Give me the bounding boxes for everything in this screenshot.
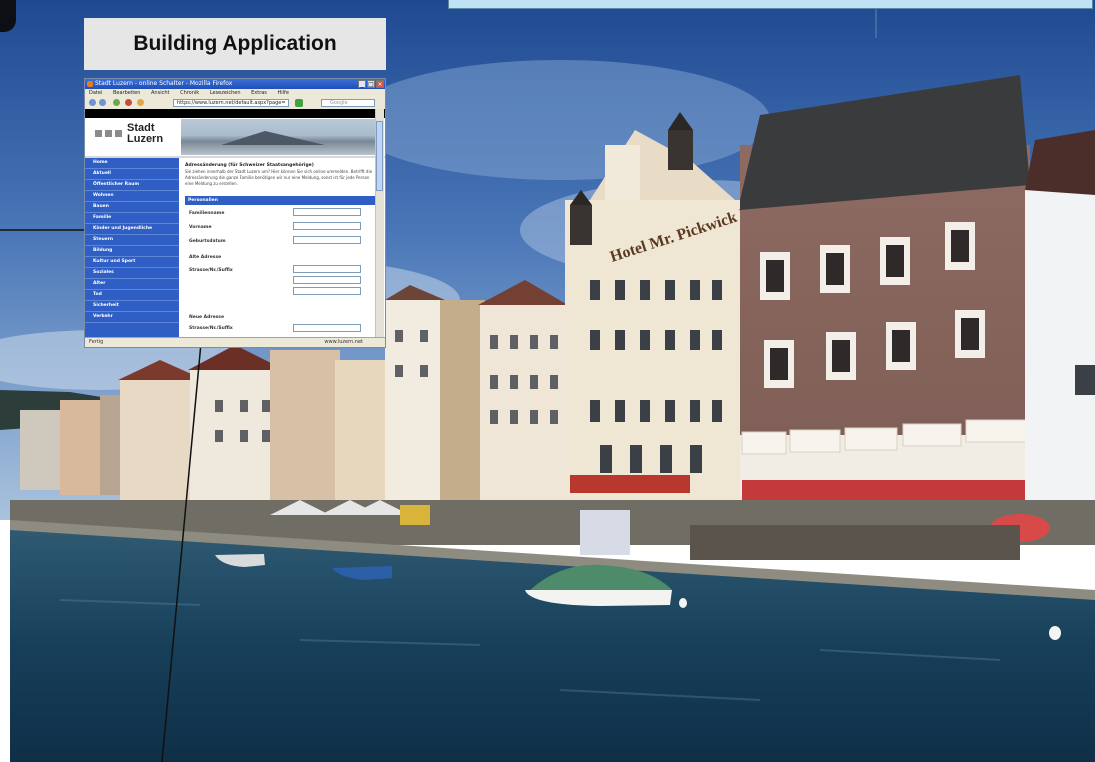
- firefox-icon: [87, 81, 93, 87]
- label-strasse-neu: Strasse/Nr./Suffix: [189, 326, 233, 331]
- mountain-shape: [221, 131, 325, 145]
- nav-item-home[interactable]: Home: [85, 158, 179, 169]
- nav-item-kinder-und-jugendliche[interactable]: Kinder und Jugendliche: [85, 224, 179, 235]
- status-text: Fertig: [89, 339, 104, 345]
- label-alte-adresse: Alte Adresse: [189, 255, 222, 260]
- page-top-bar: [85, 109, 385, 118]
- input-ort[interactable]: [293, 287, 361, 295]
- browser-window: Stadt Luzern - online Schalter - Mozilla…: [84, 78, 386, 348]
- logo-square-icon: [95, 130, 102, 137]
- browser-menubar: Datei Bearbeiten Ansicht Chronik Lesezei…: [85, 89, 385, 97]
- label-familienname: Familienname: [189, 211, 225, 216]
- menu-datei[interactable]: Datei: [89, 90, 102, 96]
- home-icon[interactable]: [137, 99, 144, 106]
- nav-item-alter[interactable]: Alter: [85, 279, 179, 290]
- menu-bearbeiten[interactable]: Bearbeiten: [113, 90, 140, 96]
- web-page: Stadt Luzern Home Aktuell Öffentlicher R…: [85, 109, 385, 339]
- section-personalien: Personalien: [185, 196, 379, 205]
- form-heading: Adressänderung (für Schweizer Staatsange…: [185, 163, 314, 168]
- nav-item-sicherheit[interactable]: Sicherheit: [85, 301, 179, 312]
- reload-icon[interactable]: [113, 99, 120, 106]
- brand-name: Stadt Luzern: [127, 122, 164, 145]
- nav-item-bauen[interactable]: Bauen: [85, 202, 179, 213]
- browser-titlebar: Stadt Luzern - online Schalter - Mozilla…: [85, 79, 385, 89]
- url-bar[interactable]: https://www.luzern.net/default.aspx?page…: [173, 99, 289, 107]
- form-intro: Sie ziehen innerhalb der Stadt Luzern um…: [185, 169, 373, 186]
- form-content: Adressänderung (für Schweizer Staatsange…: [185, 162, 381, 337]
- nav-item-aktuell[interactable]: Aktuell: [85, 169, 179, 180]
- label-vorname: Vorname: [189, 225, 212, 230]
- logo-square-icon: [105, 130, 112, 137]
- nav-item-tod[interactable]: Tod: [85, 290, 179, 301]
- label-neue-adresse: Neue Adresse: [189, 315, 225, 320]
- input-vorname[interactable]: [293, 222, 361, 230]
- maximize-button[interactable]: □: [367, 80, 375, 88]
- label-geburtsdatum: Geburtsdatum: [189, 239, 226, 244]
- minimize-button[interactable]: _: [358, 80, 366, 88]
- go-icon[interactable]: [295, 99, 303, 107]
- menu-chronik[interactable]: Chronik: [180, 90, 199, 96]
- nav-item-steuern[interactable]: Steuern: [85, 235, 179, 246]
- menu-extras[interactable]: Extras: [251, 90, 267, 96]
- stadt-luzern-logo: Stadt Luzern: [93, 122, 179, 150]
- search-input[interactable]: Google: [321, 99, 375, 107]
- input-geburtsdatum[interactable]: [293, 236, 361, 244]
- corner-mark: [0, 0, 16, 32]
- logo-square-icon: [115, 130, 122, 137]
- top-callout-box: [448, 0, 1093, 9]
- scrollbar-thumb[interactable]: [376, 121, 383, 191]
- building-application-label: Building Application: [84, 18, 386, 70]
- header-lake-photo: [181, 119, 377, 155]
- nav-item-kultur-und-sport[interactable]: Kultur und Sport: [85, 257, 179, 268]
- input-familienname[interactable]: [293, 208, 361, 216]
- nav-item-wohnen[interactable]: Wohnen: [85, 191, 179, 202]
- input-strasse-neu[interactable]: [293, 324, 361, 332]
- nav-item-verkehr[interactable]: Verkehr: [85, 312, 179, 323]
- status-url: www.luzern.net: [324, 339, 363, 345]
- forward-icon[interactable]: [99, 99, 106, 106]
- site-sidebar-nav: Home Aktuell Öffentlicher Raum Wohnen Ba…: [85, 158, 179, 339]
- close-button[interactable]: ×: [376, 80, 384, 88]
- browser-statusbar: Fertig www.luzern.net: [85, 337, 385, 347]
- stop-icon[interactable]: [125, 99, 132, 106]
- window-title: Stadt Luzern - online Schalter - Mozilla…: [95, 80, 233, 87]
- input-plz[interactable]: [293, 276, 361, 284]
- lucerne-riverfront-photo: Hotel Mr. Pickwick Pub Building Applicat…: [0, 0, 1095, 762]
- menu-ansicht[interactable]: Ansicht: [151, 90, 169, 96]
- nav-item-familie[interactable]: Familie: [85, 213, 179, 224]
- nav-item-bildung[interactable]: Bildung: [85, 246, 179, 257]
- page-scrollbar[interactable]: [375, 109, 384, 339]
- nav-item-oeffentlicher-raum[interactable]: Öffentlicher Raum: [85, 180, 179, 191]
- menu-hilfe[interactable]: Hilfe: [278, 90, 289, 96]
- nav-item-soziales[interactable]: Soziales: [85, 268, 179, 279]
- menu-lesezeichen[interactable]: Lesezeichen: [210, 90, 241, 96]
- label-strasse: Strasse/Nr./Suffix: [189, 268, 233, 273]
- input-strasse[interactable]: [293, 265, 361, 273]
- back-icon[interactable]: [89, 99, 96, 106]
